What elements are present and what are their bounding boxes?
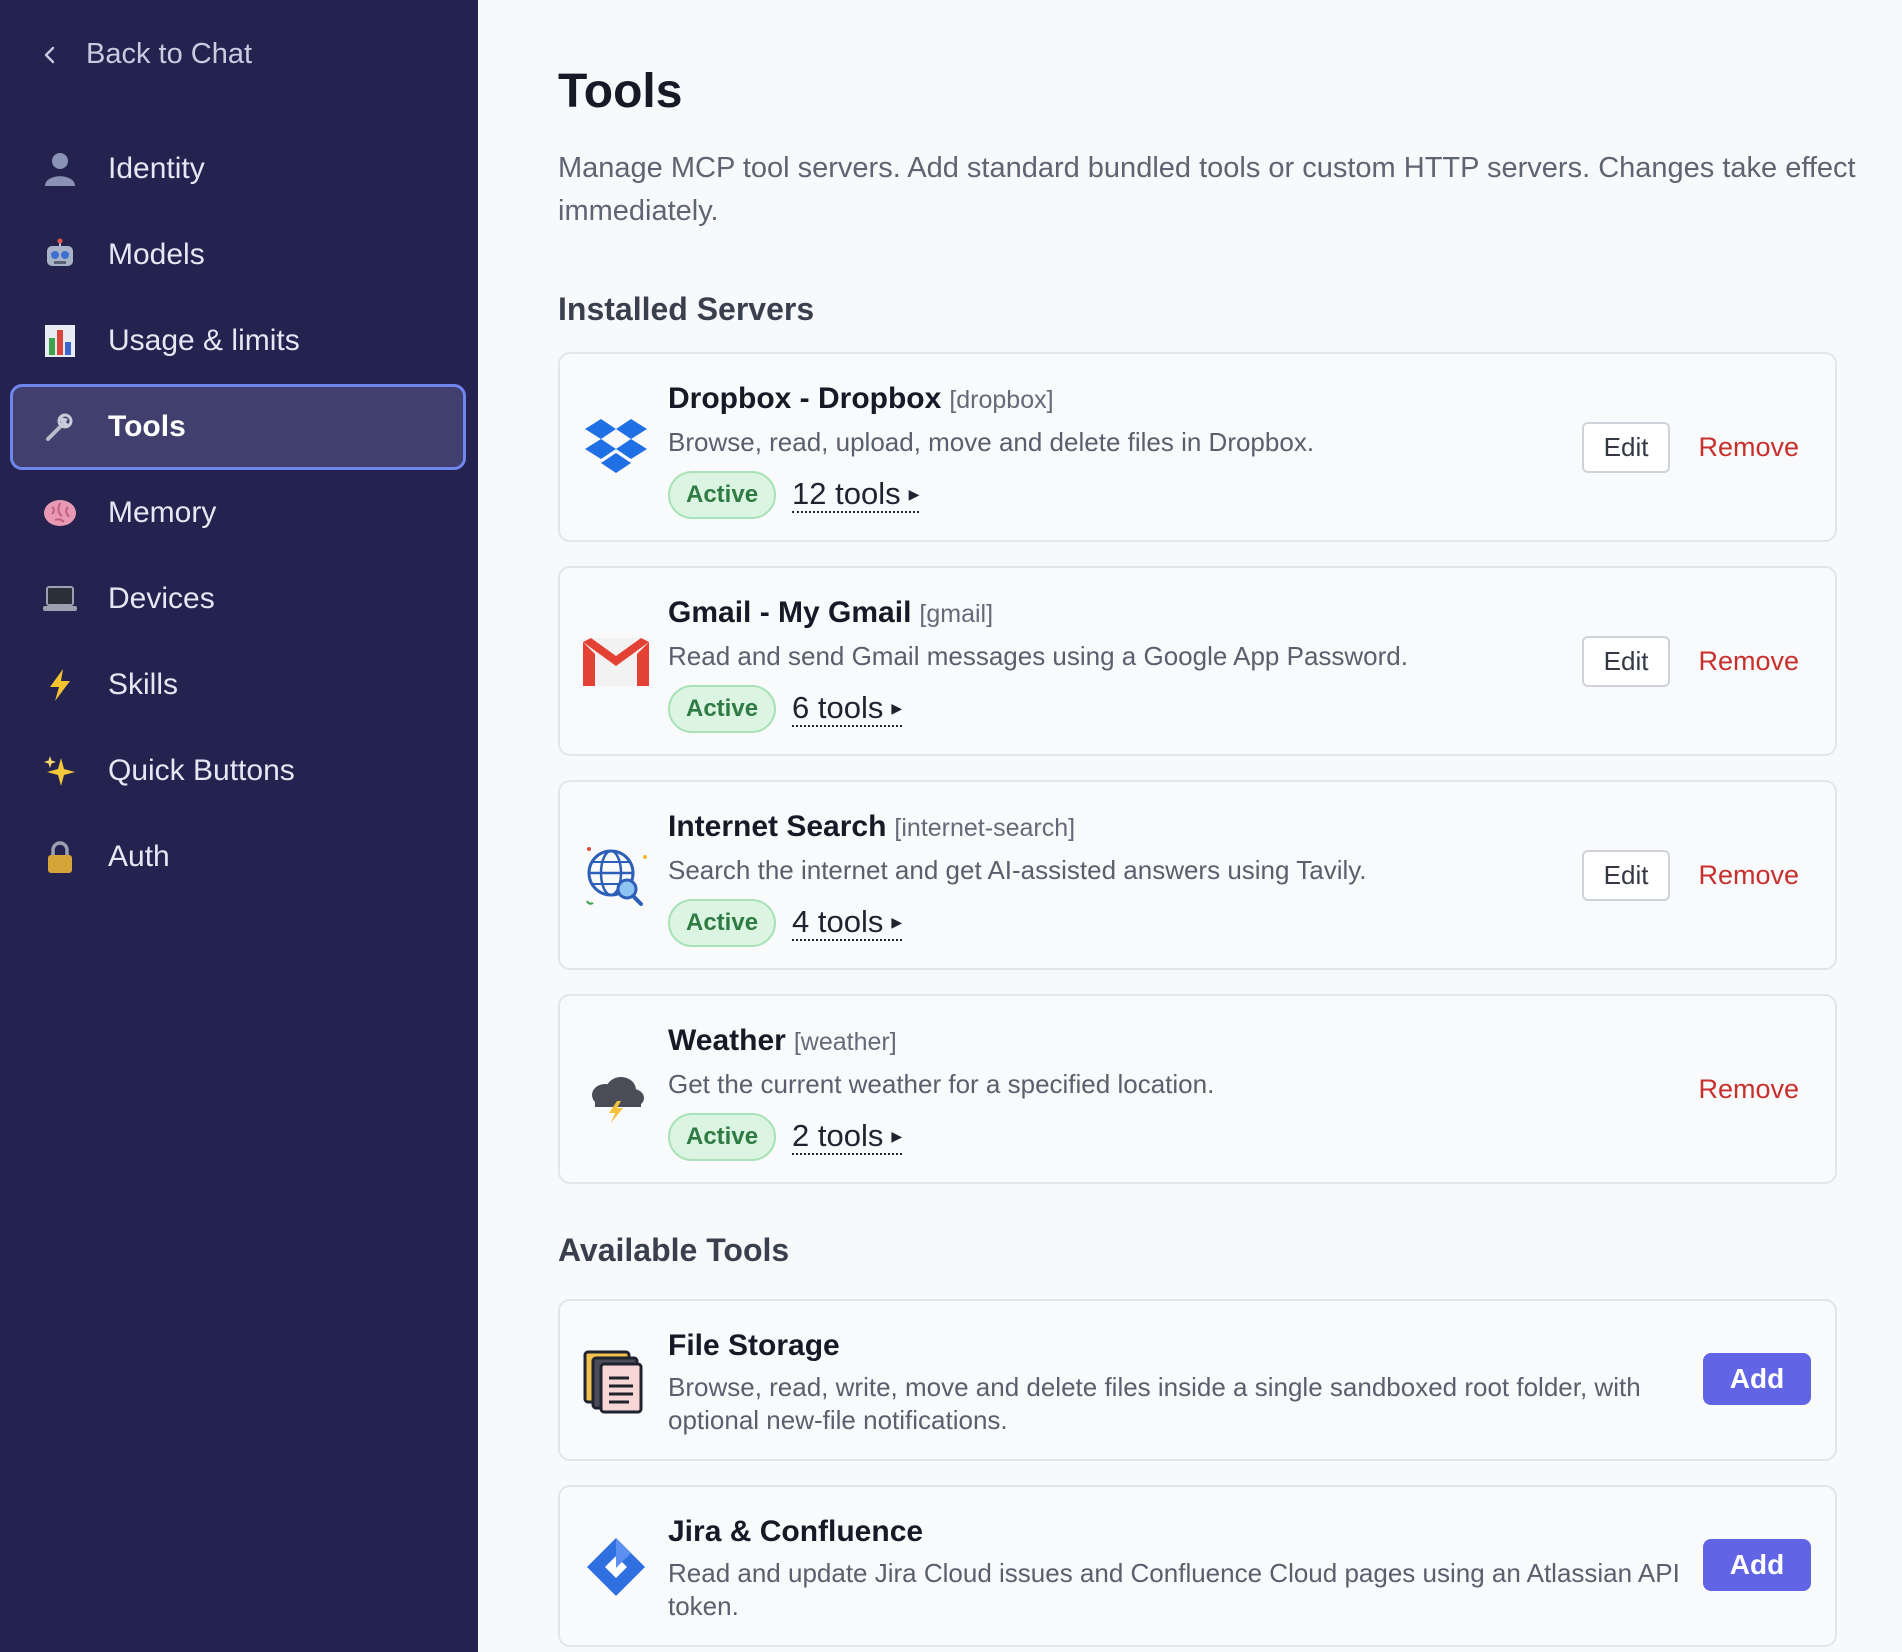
tools-count-label: 4 tools (792, 904, 884, 939)
edit-button[interactable]: Edit (1581, 421, 1671, 473)
tool-info: File Storage Browse, read, write, move a… (668, 1329, 1685, 1437)
settings-nav: Identity Models Usage & limits Tools Mem… (10, 126, 466, 900)
server-info: Internet Search [internet-search] Search … (668, 810, 1655, 947)
page-title: Tools (558, 65, 683, 118)
laptop-icon (40, 579, 80, 619)
sidebar-item-identity[interactable]: Identity (10, 126, 466, 212)
sidebar-item-tools[interactable]: Tools (10, 384, 466, 470)
server-info: Dropbox - Dropbox [dropbox] Browse, read,… (668, 382, 1655, 519)
edit-button[interactable]: Edit (1581, 849, 1671, 901)
sidebar-item-models[interactable]: Models (10, 212, 466, 298)
tools-count-label: 2 tools (792, 1118, 884, 1153)
server-description: Get the current weather for a specified … (668, 1069, 1215, 1099)
status-badge: Active (668, 1113, 777, 1161)
back-to-chat-label: Back to Chat (86, 38, 253, 70)
tools-count-toggle[interactable]: 6 tools ▶ (792, 690, 903, 727)
add-button[interactable]: Add (1703, 1539, 1811, 1591)
server-slug: [gmail] (919, 600, 994, 628)
tool-card-file-storage: File Storage Browse, read, write, move a… (558, 1299, 1837, 1461)
tools-count-toggle[interactable]: 2 tools ▶ (792, 1118, 903, 1155)
status-badge: Active (668, 685, 777, 733)
lock-icon (40, 837, 80, 877)
tool-description: Browse, read, write, move and delete fil… (668, 1372, 1641, 1435)
lightning-icon (40, 665, 80, 705)
jira-icon (582, 1533, 650, 1601)
gmail-icon (582, 628, 650, 696)
person-icon (40, 149, 80, 189)
remove-button[interactable]: Remove (1698, 1074, 1799, 1105)
sidebar-item-usage[interactable]: Usage & limits (10, 298, 466, 384)
tools-count-label: 6 tools (792, 690, 884, 725)
server-info: Weather [weather] Get the current weather… (668, 1024, 1655, 1161)
sidebar-item-label: Skills (108, 668, 179, 701)
sidebar-item-memory[interactable]: Memory (10, 470, 466, 556)
server-description: Read and send Gmail messages using a Goo… (668, 641, 1408, 671)
sidebar-item-skills[interactable]: Skills (10, 642, 466, 728)
dropbox-icon (582, 414, 650, 482)
installed-servers-heading: Installed Servers (558, 291, 815, 327)
available-tools-heading: Available Tools (558, 1232, 790, 1268)
sidebar-item-quick-buttons[interactable]: Quick Buttons (10, 728, 466, 814)
caret-right-icon: ▶ (891, 700, 903, 716)
bar-chart-icon (40, 321, 80, 361)
chevron-left-icon (44, 46, 55, 63)
sidebar-item-label: Tools (108, 410, 186, 443)
remove-button[interactable]: Remove (1698, 860, 1799, 891)
server-card-dropbox: Dropbox - Dropbox [dropbox] Browse, read,… (558, 352, 1837, 542)
sidebar-item-label: Usage & limits (108, 324, 300, 357)
file-cabinet-icon (582, 1347, 650, 1415)
sidebar-item-label: Models (108, 238, 205, 271)
server-slug: [internet-search] (894, 814, 1076, 842)
tool-name: Jira & Confluence (668, 1515, 924, 1548)
robot-icon (40, 235, 80, 275)
tools-count-toggle[interactable]: 4 tools ▶ (792, 904, 903, 941)
server-card-gmail: Gmail - My Gmail [gmail] Read and send Gm… (558, 566, 1837, 756)
tool-description: Read and update Jira Cloud issues and Co… (668, 1558, 1680, 1621)
tool-name: File Storage (668, 1329, 840, 1362)
remove-button[interactable]: Remove (1698, 432, 1799, 463)
main-content: Tools Manage MCP tool servers. Add stand… (478, 0, 1902, 1652)
caret-right-icon: ▶ (891, 1128, 903, 1144)
sidebar-item-label: Devices (108, 582, 215, 615)
server-info: Gmail - My Gmail [gmail] Read and send Gm… (668, 596, 1655, 733)
server-description: Search the internet and get AI-assisted … (668, 855, 1367, 885)
sidebar-item-label: Identity (108, 152, 205, 185)
server-name: Dropbox - Dropbox (668, 382, 942, 415)
server-card-internet-search: Internet Search [internet-search] Search … (558, 780, 1837, 970)
sidebar-item-auth[interactable]: Auth (10, 814, 466, 900)
caret-right-icon: ▶ (908, 486, 920, 502)
sidebar-item-devices[interactable]: Devices (10, 556, 466, 642)
sparkles-icon (40, 751, 80, 791)
server-name: Internet Search (668, 810, 887, 843)
sidebar-item-label: Auth (108, 840, 170, 873)
server-description: Browse, read, upload, move and delete fi… (668, 427, 1315, 457)
server-name: Weather (668, 1024, 786, 1057)
brain-icon (40, 493, 80, 533)
wrench-icon (40, 407, 80, 447)
tool-info: Jira & Confluence Read and update Jira C… (668, 1515, 1685, 1623)
page-description: Manage MCP tool servers. Add standard bu… (558, 152, 1856, 227)
back-to-chat-link[interactable]: Back to Chat (40, 38, 252, 71)
tools-count-toggle[interactable]: 12 tools ▶ (792, 476, 920, 513)
status-badge: Active (668, 471, 777, 519)
globe-search-icon (582, 842, 650, 910)
server-card-weather: Weather [weather] Get the current weather… (558, 994, 1837, 1184)
server-slug: [weather] (793, 1028, 897, 1056)
server-slug: [dropbox] (949, 386, 1054, 414)
edit-button[interactable]: Edit (1581, 635, 1671, 687)
remove-button[interactable]: Remove (1698, 646, 1799, 677)
add-button[interactable]: Add (1703, 1353, 1811, 1405)
tools-count-label: 12 tools (792, 476, 901, 511)
weather-storm-icon (582, 1056, 650, 1124)
sidebar: Back to Chat Identity Models Usage & lim… (0, 0, 478, 1652)
server-name: Gmail - My Gmail (668, 596, 912, 629)
sidebar-item-label: Quick Buttons (108, 754, 295, 787)
status-badge: Active (668, 899, 777, 947)
caret-right-icon: ▶ (891, 914, 903, 930)
sidebar-item-label: Memory (108, 496, 217, 529)
tool-card-jira-confluence: Jira & Confluence Read and update Jira C… (558, 1485, 1837, 1647)
